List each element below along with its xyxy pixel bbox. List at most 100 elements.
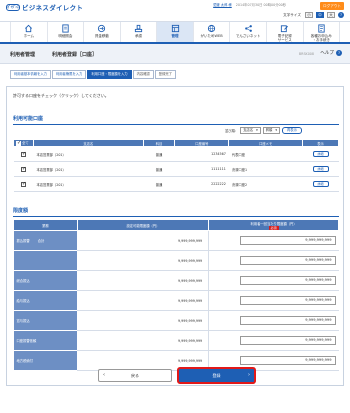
nav-label: 資金移動 xyxy=(94,34,109,38)
number-cell: 1111111 xyxy=(174,161,229,177)
sort-controls: 並び順： 支店名 ▾ 昇順 ▾ 再表示 xyxy=(225,127,302,134)
business-cell: 給与振込 xyxy=(13,290,78,311)
business-name: 振込振替 xyxy=(16,239,30,243)
help-icon[interactable]: ? xyxy=(338,12,344,18)
row-checkbox-cell[interactable] xyxy=(13,176,34,192)
table-row: 地方税納付 9,999,999,999 9,999,999,999 xyxy=(13,350,339,371)
form-icon xyxy=(318,24,325,33)
text-size-large-button[interactable]: 大 xyxy=(327,12,335,18)
max-limit-cell: 9,999,999,999 xyxy=(77,230,210,251)
nav-item-statements[interactable]: 明細照会 xyxy=(48,22,85,42)
select-all-checkbox[interactable] xyxy=(16,140,21,146)
limit-input[interactable]: 9,999,999,999 xyxy=(239,316,336,325)
limit-input[interactable]: 9,999,999,999 xyxy=(239,356,336,365)
page-title-bar: 利用者管理 利用者登録［口座］ BRSK008 ヘルプ ? xyxy=(0,44,350,64)
number-cell: 2222222 xyxy=(174,176,229,192)
user-info: 愛媛 太郎 様 2014年07月30日 00時00分00秒 xyxy=(213,2,286,7)
step-indicator: 利用者基本情報を入力 利用者権限を入力 利用口座・限度額を入力 内容確認 登録完… xyxy=(10,70,177,79)
resort-button[interactable]: 再表示 xyxy=(281,127,302,134)
detail-button[interactable]: 詳細 xyxy=(312,181,329,187)
row-checkbox[interactable] xyxy=(20,166,26,172)
memo-cell: 決済口座1 xyxy=(228,161,303,177)
row-checkbox[interactable] xyxy=(20,181,26,187)
table-row: 賞与振込 9,999,999,999 9,999,999,999 xyxy=(13,310,339,331)
help-icon: ? xyxy=(336,50,342,56)
limit-input[interactable]: 9,999,999,999 xyxy=(239,296,336,305)
step-5: 登録完了 xyxy=(154,70,176,79)
step-1: 利用者基本情報を入力 xyxy=(10,70,51,79)
limit-input[interactable]: 9,999,999,999 xyxy=(239,236,336,245)
detail-button[interactable]: 詳細 xyxy=(312,166,329,172)
nav-item-gaitame[interactable]: がいためWEB xyxy=(194,22,231,42)
col-type: 科目 xyxy=(142,139,176,147)
type-cell: 普通 xyxy=(143,176,175,192)
table-row[interactable]: 本店営業部（201） 普通 1234567 代表口座 詳細 xyxy=(13,146,339,162)
business-cell: 口座振替依頼 xyxy=(13,330,78,351)
table-row[interactable]: 本店営業部（201） 普通 1111111 決済口座1 詳細 xyxy=(13,161,339,177)
global-nav: ホーム 明細照会 資金移動 承認 管理 がいためWEB でんさいネット 電子記録… xyxy=(0,21,350,44)
limit-input[interactable]: 9,999,999,999 xyxy=(239,256,336,265)
row-checkbox-cell[interactable] xyxy=(13,161,34,177)
text-size-medium-button[interactable]: 中 xyxy=(316,12,324,18)
screen-code: BRSK008 xyxy=(298,52,314,56)
text-size-small-button[interactable]: 小 xyxy=(305,12,313,18)
user-name-link[interactable]: 愛媛 太郎 様 xyxy=(213,3,232,7)
edit-icon xyxy=(281,25,289,33)
max-limit-cell: 9,999,999,999 xyxy=(77,290,210,311)
nav-item-electronic-record[interactable]: 電子記録 サービス xyxy=(267,22,304,42)
business-sub: 合計 xyxy=(37,239,45,243)
row-checkbox[interactable] xyxy=(20,151,26,157)
sort-order-select[interactable]: 昇順 ▾ xyxy=(262,127,280,134)
table-row: 総合振込 9,999,999,999 9,999,999,999 xyxy=(13,270,339,291)
table-row[interactable]: 本店営業部（201） 普通 2222222 決済口座2 詳細 xyxy=(13,176,339,192)
table-header-row: 業務 設定可能限度額（円） 利用者一回当たり限度額（円） 必須 xyxy=(13,219,339,231)
stamp-icon xyxy=(134,24,143,33)
logo-text: ビジネスダイレクト xyxy=(22,4,84,12)
nav-item-approval[interactable]: 承認 xyxy=(121,22,158,42)
limit-input-cell: 9,999,999,999 xyxy=(208,310,339,331)
col-action: 表示 xyxy=(302,139,339,147)
register-button[interactable]: 登録 › xyxy=(177,367,256,384)
nav-label: 電子記録 サービス xyxy=(277,34,292,42)
table-row: 給与振込 9,999,999,999 9,999,999,999 xyxy=(13,290,339,311)
back-button[interactable]: ‹ 戻る xyxy=(98,369,172,382)
branch-cell: 本店営業部（201） xyxy=(33,146,144,162)
select-all-header[interactable]: 全て xyxy=(13,139,34,147)
last-login-time: 2014年07月30日 00時00分00秒 xyxy=(235,3,286,7)
main-panel: 許可する口座をチェック（クリック）してください。 利用可能口座 並び順： 支店名… xyxy=(6,86,344,386)
transfer-icon xyxy=(98,24,106,33)
limit-input[interactable]: 9,999,999,999 xyxy=(239,276,336,285)
logo[interactable]: ｶﾞｲﾀﾞﾝｽ ビジネスダイレクト xyxy=(6,2,83,12)
limit-input[interactable]: 9,999,999,999 xyxy=(239,336,336,345)
limit-input-cell: 9,999,999,999 xyxy=(208,250,339,271)
sort-order-value: 昇順 xyxy=(265,128,273,132)
business-cell xyxy=(13,250,78,271)
help-label: ヘルプ xyxy=(320,51,334,56)
sort-field-select[interactable]: 支店名 ▾ xyxy=(240,127,261,134)
col-number: 口座番号 xyxy=(174,139,230,147)
page-category: 利用者管理 xyxy=(10,52,36,58)
step-4: 内容確認 xyxy=(132,70,154,79)
page-title: 利用者登録［口座］ xyxy=(52,52,98,58)
memo-cell: 決済口座2 xyxy=(228,176,303,192)
limit-input-cell: 9,999,999,999 xyxy=(208,290,339,311)
logo-mark: ｶﾞｲﾀﾞﾝｽ xyxy=(6,3,20,11)
chevron-right-icon: › xyxy=(248,372,250,378)
nav-item-densai[interactable]: でんさいネット xyxy=(230,22,267,42)
row-checkbox-cell[interactable] xyxy=(13,146,34,162)
step-3-current: 利用口座・限度額を入力 xyxy=(87,70,132,79)
nav-item-transfer[interactable]: 資金移動 xyxy=(84,22,121,42)
help-link[interactable]: ヘルプ ? xyxy=(320,50,342,56)
business-cell: 地方税納付 xyxy=(13,350,78,371)
logout-button[interactable]: ログアウト xyxy=(320,2,344,10)
max-limit-cell: 9,999,999,999 xyxy=(77,270,210,291)
max-limit-cell: 9,999,999,999 xyxy=(77,310,210,331)
nav-item-applications[interactable]: 各種お申込み ・お手続き xyxy=(304,22,341,42)
nav-item-home[interactable]: ホーム xyxy=(10,22,48,42)
business-cell: 賞与振込 xyxy=(13,310,78,331)
app-header: ｶﾞｲﾀﾞﾝｽ ビジネスダイレクト 愛媛 太郎 様 2014年07月30日 00… xyxy=(0,0,350,21)
sort-field-value: 支店名 xyxy=(243,128,254,132)
branch-cell: 本店営業部（201） xyxy=(33,176,144,192)
nav-item-admin[interactable]: 管理 xyxy=(157,22,194,42)
detail-button[interactable]: 詳細 xyxy=(312,151,329,157)
